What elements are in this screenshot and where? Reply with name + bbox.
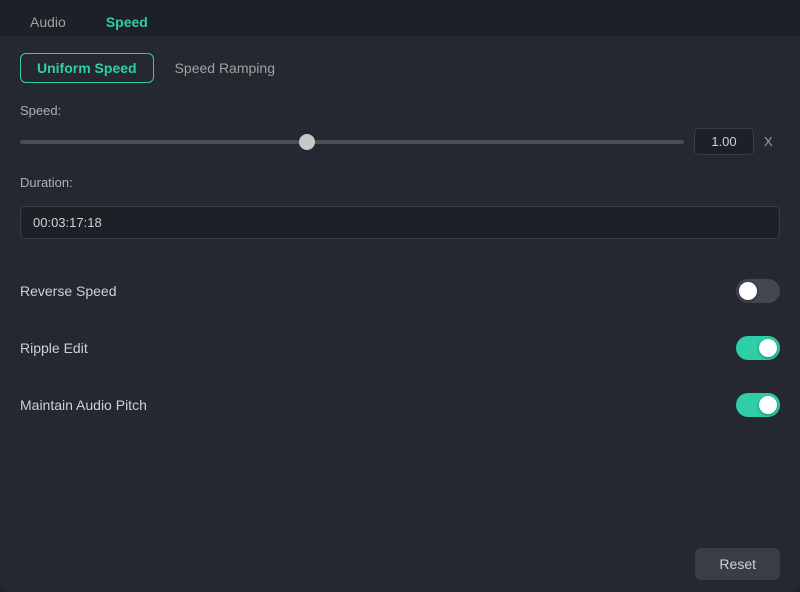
maintain-audio-pitch-thumb [759, 396, 777, 414]
content-area: Uniform Speed Speed Ramping Speed: X Dur… [0, 37, 800, 535]
reset-button[interactable]: Reset [695, 548, 780, 580]
ripple-edit-toggle[interactable] [736, 336, 780, 360]
duration-label: Duration: [20, 175, 780, 190]
subtab-speed-ramping[interactable]: Speed Ramping [158, 53, 292, 83]
toggle-row-maintain-audio-pitch: Maintain Audio Pitch [20, 377, 780, 433]
app-container: Audio Speed Uniform Speed Speed Ramping … [0, 0, 800, 592]
bottom-bar: Reset [0, 535, 800, 592]
speed-slider[interactable] [20, 140, 684, 144]
reverse-speed-toggle[interactable] [736, 279, 780, 303]
subtab-uniform-speed[interactable]: Uniform Speed [20, 53, 154, 83]
ripple-edit-thumb [759, 339, 777, 357]
speed-value-input[interactable] [694, 128, 754, 155]
speed-row: X [20, 128, 780, 155]
tab-speed[interactable]: Speed [88, 8, 166, 36]
ripple-edit-label: Ripple Edit [20, 340, 88, 356]
sub-tabs: Uniform Speed Speed Ramping [20, 53, 780, 83]
reverse-speed-thumb [739, 282, 757, 300]
maintain-audio-pitch-toggle[interactable] [736, 393, 780, 417]
maintain-audio-pitch-label: Maintain Audio Pitch [20, 397, 147, 413]
duration-section: Duration: [20, 175, 780, 239]
duration-input[interactable] [20, 206, 780, 239]
tab-audio[interactable]: Audio [12, 8, 84, 36]
toggle-rows: Reverse Speed Ripple Edit Maintain Aud [20, 263, 780, 433]
top-tabs: Audio Speed [0, 0, 800, 37]
toggle-row-reverse-speed: Reverse Speed [20, 263, 780, 320]
speed-x-label: X [764, 134, 780, 149]
speed-label: Speed: [20, 103, 780, 118]
reverse-speed-label: Reverse Speed [20, 283, 117, 299]
toggle-row-ripple-edit: Ripple Edit [20, 320, 780, 377]
speed-slider-container [20, 132, 684, 152]
